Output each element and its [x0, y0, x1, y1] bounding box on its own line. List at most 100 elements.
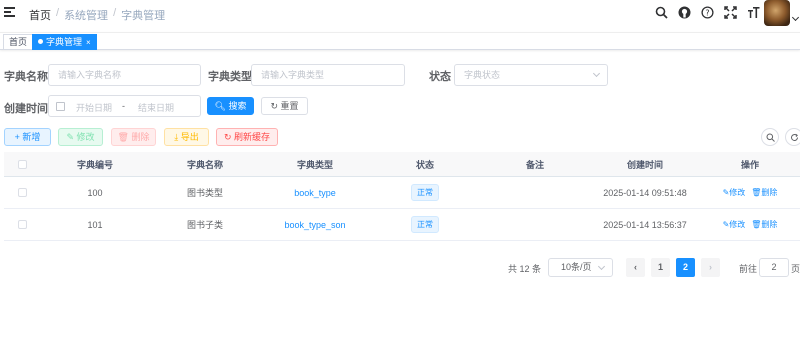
select-all-checkbox[interactable]	[17, 159, 27, 169]
export-button[interactable]: ⤓ 导出	[164, 128, 209, 146]
question-icon[interactable]: ?	[700, 5, 714, 19]
refresh-table-button[interactable]	[785, 128, 800, 146]
delete-button[interactable]: 🗑︎ 删除	[111, 128, 156, 146]
status-badge: 正常	[411, 184, 439, 201]
close-icon[interactable]: ×	[86, 38, 91, 47]
tag-dict-management[interactable]: 字典管理 ×	[32, 34, 97, 50]
goto-label: 前往	[739, 264, 758, 274]
page-suffix-label: 页	[791, 264, 800, 274]
row-delete-label: 删除	[761, 220, 778, 229]
cell-actions: ✎修改 🗑︎删除	[700, 209, 800, 240]
breadcrumb: 首页 / 系统管理 / 字典管理	[29, 7, 165, 23]
trash-icon: 🗑︎	[751, 188, 762, 197]
row-edit-label: 修改	[729, 220, 746, 229]
create-time-label: 创建时间	[4, 103, 48, 115]
font-size-icon[interactable]	[746, 5, 760, 19]
end-date-input[interactable]: 结束日期	[138, 101, 174, 114]
plus-icon: +	[14, 132, 20, 142]
page-button-2[interactable]: 2	[676, 258, 695, 277]
cell-remark	[480, 177, 590, 208]
row-checkbox[interactable]	[17, 188, 27, 197]
chevron-down-icon	[592, 69, 601, 78]
search-button[interactable]: 🔍︎ 搜索	[207, 97, 254, 115]
calendar-icon	[56, 102, 65, 111]
dict-type-input[interactable]: 请输入字典类型	[251, 64, 405, 86]
dict-type-link[interactable]: book_type	[294, 188, 336, 198]
header-dict-name: 字典名称	[186, 159, 223, 170]
next-page-button[interactable]: ›	[701, 258, 720, 277]
github-icon[interactable]	[677, 5, 691, 19]
edit-button-label: 修改	[76, 132, 95, 142]
row-checkbox-cell	[4, 177, 40, 208]
add-button[interactable]: + 新增	[4, 128, 51, 146]
cell-remark	[480, 209, 590, 240]
header-create-time: 创建时间	[626, 159, 663, 170]
avatar[interactable]	[764, 0, 790, 26]
trash-icon: 🗑︎	[117, 132, 129, 142]
breadcrumb-separator: /	[113, 7, 117, 19]
row-delete-button[interactable]: 🗑︎删除	[751, 219, 777, 230]
header-dict-type: 字典类型	[296, 159, 333, 170]
trash-icon: 🗑︎	[751, 220, 762, 229]
search-icon	[766, 133, 775, 142]
refresh-icon	[790, 133, 798, 141]
cell-dict-type: book_type	[260, 177, 370, 208]
breadcrumb-item-system[interactable]: 系统管理	[64, 7, 108, 23]
header-remark: 备注	[525, 159, 544, 170]
refresh-cache-button[interactable]: ↻ 刷新缓存	[216, 128, 278, 146]
row-checkbox[interactable]	[17, 220, 27, 229]
refresh-icon: ↻	[270, 101, 278, 111]
fullscreen-icon[interactable]	[723, 5, 737, 19]
cell-actions: ✎修改 🗑︎删除	[700, 177, 800, 208]
edit-icon: ✎	[66, 132, 74, 142]
search-button-label: 搜索	[228, 101, 247, 111]
status-badge: 正常	[411, 216, 439, 233]
page-button-1[interactable]: 1	[651, 258, 670, 277]
goto-page-input[interactable]: 2	[759, 258, 789, 277]
breadcrumb-item-dict: 字典管理	[121, 10, 166, 22]
delete-button-label: 删除	[131, 132, 150, 142]
tags-view: 首页 字典管理 ×	[0, 32, 800, 50]
hamburger-menu-icon[interactable]	[4, 7, 15, 18]
dict-name-input[interactable]: 请输入字典名称	[48, 64, 201, 86]
row-edit-button[interactable]: ✎修改	[723, 219, 746, 230]
download-icon: ⤓	[174, 132, 179, 142]
svg-text:?: ?	[705, 8, 709, 17]
status-label: 状态	[429, 71, 451, 83]
page-size-select[interactable]: 10条/页	[548, 258, 613, 277]
row-delete-button[interactable]: 🗑︎删除	[751, 187, 777, 198]
cell-status: 正常	[370, 177, 480, 208]
reset-button[interactable]: ↻ 重置	[261, 97, 308, 115]
status-select[interactable]: 字典状态	[454, 64, 608, 86]
breadcrumb-item-home[interactable]: 首页	[29, 7, 51, 23]
refresh-cache-button-label: 刷新缓存	[234, 132, 271, 142]
dict-name-label: 字典名称	[4, 71, 48, 83]
cell-dict-id: 101	[87, 219, 103, 230]
status-select-placeholder: 字典状态	[464, 70, 501, 80]
tag-home[interactable]: 首页	[3, 34, 34, 50]
edit-button[interactable]: ✎ 修改	[58, 128, 103, 146]
row-checkbox-cell	[4, 209, 40, 240]
row-edit-button[interactable]: ✎修改	[723, 187, 746, 198]
search-icon: 🔍︎	[214, 101, 226, 111]
start-date-input[interactable]: 开始日期	[76, 101, 112, 114]
pagination-total: 共 12 条	[508, 264, 542, 274]
reset-button-label: 重置	[280, 101, 299, 111]
breadcrumb-separator: /	[56, 7, 60, 19]
search-icon[interactable]	[654, 5, 668, 19]
caret-down-icon[interactable]	[791, 13, 800, 22]
cell-dict-type: book_type_son	[260, 209, 370, 240]
toggle-search-button[interactable]	[761, 128, 779, 146]
cell-dict-id: 100	[87, 187, 103, 198]
row-edit-label: 修改	[729, 188, 746, 197]
header-dict-id: 字典编号	[76, 159, 113, 170]
cell-status: 正常	[370, 209, 480, 240]
date-range-picker[interactable]: 开始日期 - 结束日期	[48, 95, 201, 117]
dict-type-link[interactable]: book_type_son	[284, 220, 345, 230]
navbar-actions: ?	[654, 5, 760, 19]
prev-page-button[interactable]: ‹	[626, 258, 645, 277]
row-delete-label: 删除	[761, 188, 778, 197]
dict-table: 字典编号 字典名称 字典类型 状态 备注 创建时间 操作 100 图书类型 bo…	[4, 152, 800, 241]
header-status: 状态	[415, 159, 434, 170]
cell-create-time: 2025-01-14 09:51:48	[603, 187, 687, 198]
